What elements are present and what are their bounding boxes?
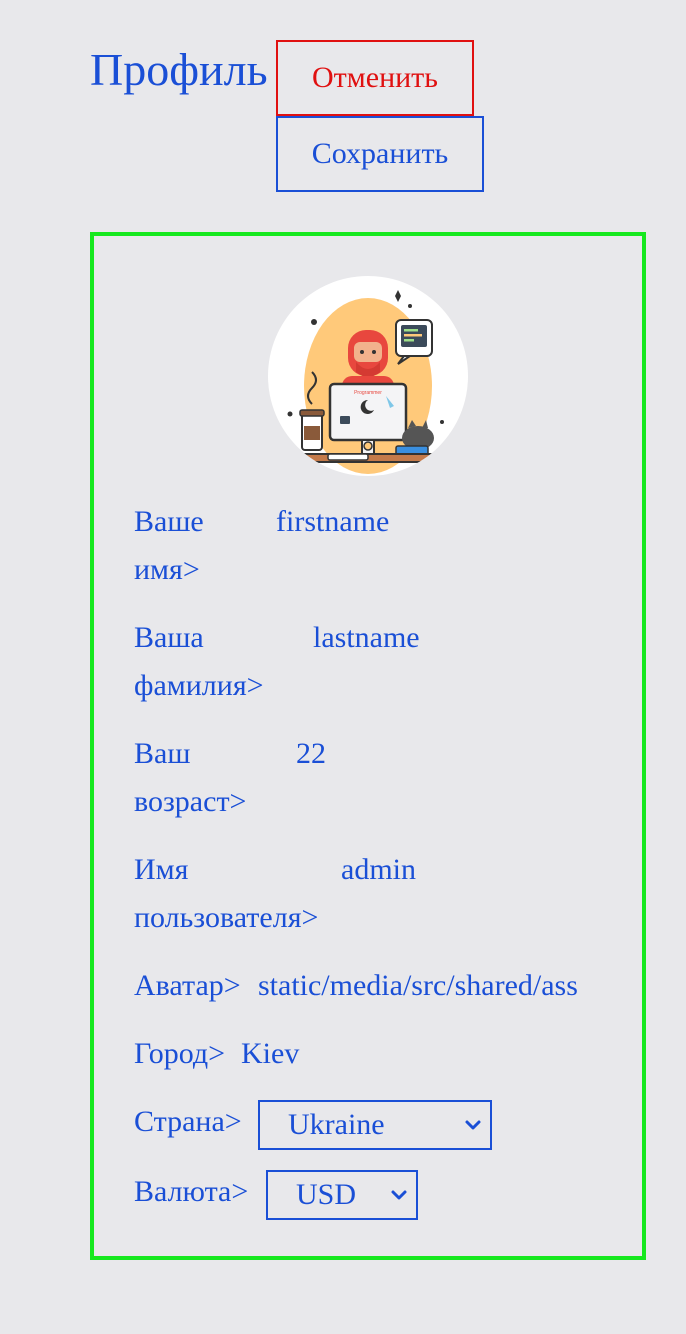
- lastname-label-line2: фамилия>: [134, 669, 264, 702]
- avatar-field: Аватар> static/media/src/shared/ass: [134, 962, 602, 1010]
- chevron-down-icon: [465, 1120, 481, 1130]
- svg-text:Programmer: Programmer: [354, 390, 382, 396]
- city-label: Город>: [134, 1037, 226, 1070]
- save-button[interactable]: Сохранить: [276, 116, 484, 192]
- age-label-line2: возраст>: [134, 785, 247, 818]
- firstname-field: Ваше имя> firstname: [134, 498, 614, 594]
- profile-card: Programmer Ваше имя> firstname Ваша фами…: [90, 232, 646, 1260]
- lastname-field: Ваша фамилия> lastname: [134, 614, 614, 710]
- currency-field: Валюта> USD: [134, 1168, 602, 1220]
- age-field: Ваш возраст> 22: [134, 730, 614, 826]
- username-field: Имя пользователя> admin: [134, 846, 614, 942]
- firstname-value[interactable]: firstname: [276, 498, 389, 546]
- age-label-line1: Ваш: [134, 737, 191, 770]
- page-title: Профиль: [90, 44, 268, 95]
- lastname-label: Ваша фамилия>: [134, 614, 264, 710]
- country-label: Страна>: [134, 1105, 242, 1138]
- firstname-label-line1: Ваше: [134, 505, 204, 538]
- age-label: Ваш возраст>: [134, 730, 246, 826]
- firstname-label-line2: имя>: [134, 553, 200, 586]
- username-label-line2: пользователя>: [134, 901, 319, 934]
- avatar: Programmer: [268, 276, 468, 476]
- username-value[interactable]: admin: [341, 846, 416, 894]
- city-field: Город> Kiev: [134, 1030, 602, 1078]
- lastname-label-line1: Ваша: [134, 621, 204, 654]
- avatar-path-value[interactable]: static/media/src/shared/ass: [258, 962, 578, 1010]
- firstname-label: Ваше имя>: [134, 498, 204, 594]
- username-label-line1: Имя: [134, 853, 189, 886]
- avatar-label: Аватар>: [134, 969, 241, 1002]
- country-field: Страна> Ukraine: [134, 1098, 602, 1150]
- username-label: Имя пользователя>: [134, 846, 318, 942]
- currency-selected-value: USD: [296, 1178, 357, 1211]
- age-value[interactable]: 22: [296, 730, 326, 778]
- country-select[interactable]: Ukraine: [258, 1100, 492, 1150]
- currency-select[interactable]: USD: [266, 1170, 418, 1220]
- currency-label: Валюта>: [134, 1175, 249, 1208]
- profile-page: Профиль Отменить Сохранить Programmer Ва…: [0, 0, 686, 1334]
- city-value[interactable]: Kiev: [241, 1030, 299, 1078]
- country-selected-value: Ukraine: [288, 1108, 385, 1141]
- chevron-down-icon: [391, 1190, 407, 1200]
- developer-illustration-icon: Programmer: [287, 290, 447, 474]
- cancel-button[interactable]: Отменить: [276, 40, 474, 116]
- lastname-value[interactable]: lastname: [313, 614, 420, 662]
